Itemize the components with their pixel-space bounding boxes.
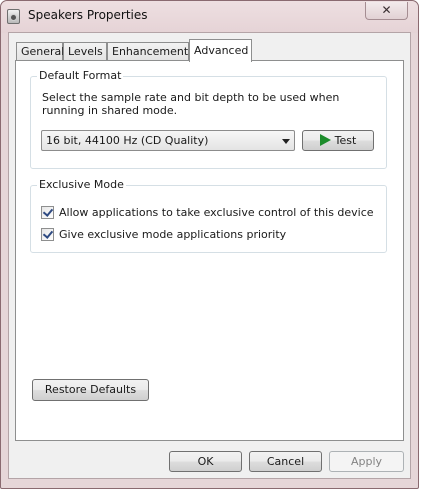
tab-levels[interactable]: Levels <box>63 42 107 61</box>
tab-enhancements[interactable]: Enhancements <box>107 42 194 61</box>
title-bar[interactable]: Speakers Properties ✕ <box>1 1 418 33</box>
exclusive-priority-checkbox[interactable] <box>41 228 54 241</box>
cancel-button[interactable]: Cancel <box>249 451 322 472</box>
dialog-window: Speakers Properties ✕ General Levels Enh… <box>0 0 419 489</box>
ok-button[interactable]: OK <box>169 451 242 472</box>
close-button[interactable]: ✕ <box>365 2 408 20</box>
default-format-heading: Default Format <box>37 69 124 82</box>
default-format-group: Default Format Select the sample rate an… <box>30 69 387 169</box>
exclusive-control-checkbox[interactable] <box>41 206 54 219</box>
window-title: Speakers Properties <box>28 8 148 22</box>
default-format-description: Select the sample rate and bit depth to … <box>42 91 340 117</box>
restore-defaults-button[interactable]: Restore Defaults <box>32 379 149 401</box>
chevron-down-icon <box>282 139 290 144</box>
exclusive-mode-heading: Exclusive Mode <box>37 178 126 191</box>
format-select-value: 16 bit, 44100 Hz (CD Quality) <box>46 134 209 147</box>
tab-general[interactable]: General <box>16 42 64 61</box>
speaker-icon <box>7 9 20 24</box>
advanced-tab-panel: Default Format Select the sample rate an… <box>15 60 404 441</box>
format-select[interactable]: 16 bit, 44100 Hz (CD Quality) <box>41 130 295 151</box>
dialog-client-area: General Levels Enhancements Advanced Def… <box>8 32 411 479</box>
exclusive-mode-group: Exclusive Mode Allow applications to tak… <box>30 178 387 253</box>
exclusive-priority-label: Give exclusive mode applications priorit… <box>59 228 287 241</box>
play-icon <box>319 134 331 146</box>
test-button-label: Test <box>334 134 357 147</box>
exclusive-control-label: Allow applications to take exclusive con… <box>59 206 374 219</box>
close-icon: ✕ <box>381 3 392 17</box>
tab-advanced[interactable]: Advanced <box>189 39 252 62</box>
test-button[interactable]: Test <box>302 130 374 151</box>
apply-button[interactable]: Apply <box>329 451 404 472</box>
